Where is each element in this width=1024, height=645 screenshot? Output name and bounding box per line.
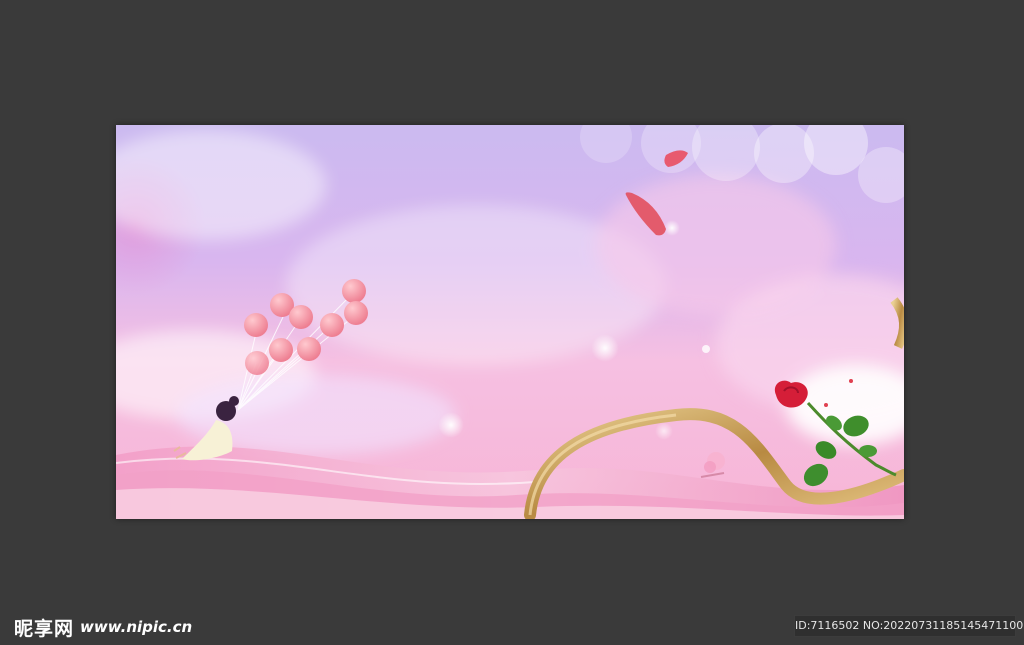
- site-url: www.nipic.cn: [80, 618, 193, 636]
- logo-text: 昵享网: [14, 617, 75, 640]
- banner-artwork: [116, 125, 904, 519]
- image-id-label: ID:7116502 NO:20220731185145471100: [794, 615, 1023, 637]
- artwork-canvas: [116, 125, 904, 519]
- nipic-logo: 昵享网 www.nipic.cn: [14, 614, 192, 640]
